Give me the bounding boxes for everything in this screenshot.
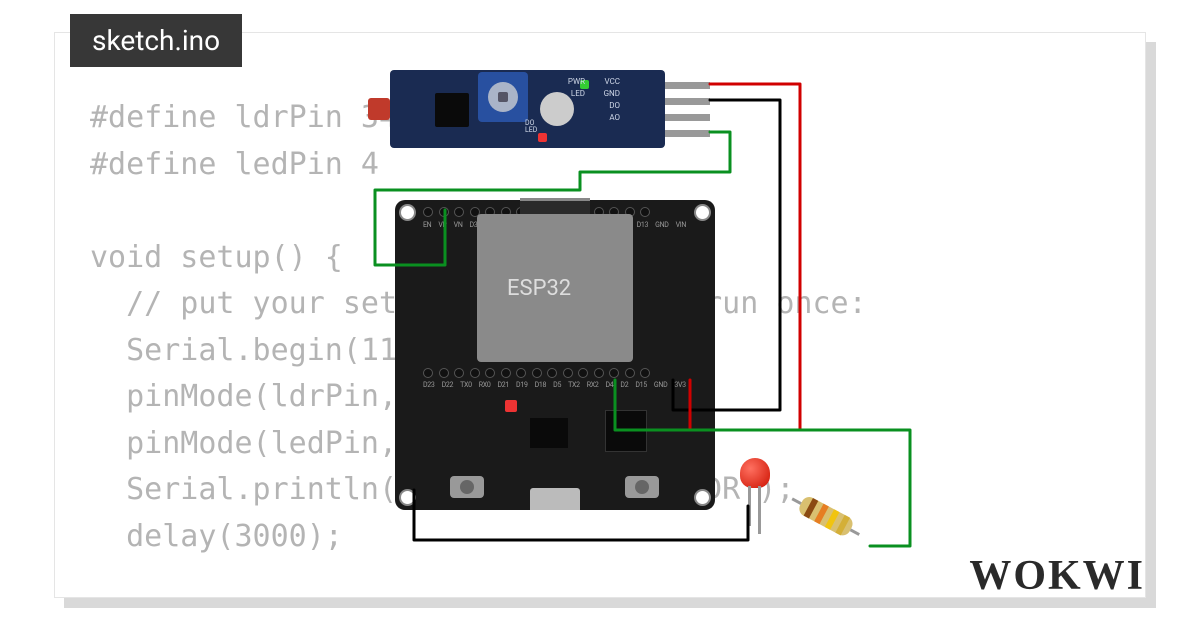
esp32-board[interactable]: ENVPVND34D35D32D33D25D26D27D14D12D13GNDV… <box>395 200 715 510</box>
led-anode <box>758 486 761 534</box>
mounting-hole <box>694 489 711 506</box>
esp32-power-led-icon <box>505 400 517 412</box>
ldr-potentiometer[interactable] <box>478 72 528 122</box>
ldr-module[interactable]: PWR LED DO LED VCC GND DO AO <box>390 70 665 148</box>
mounting-hole <box>694 204 711 221</box>
file-tab[interactable]: sketch.ino <box>70 14 242 67</box>
file-tab-label: sketch.ino <box>92 24 220 57</box>
ldr-comparator-chip <box>435 93 469 127</box>
esp32-usb-chip <box>605 410 647 452</box>
red-led-component[interactable] <box>740 458 770 488</box>
led-cathode <box>748 486 751 526</box>
esp32-en-button[interactable] <box>450 476 484 498</box>
mounting-hole <box>399 489 416 506</box>
esp32-chip-label: ESP32 <box>507 276 571 301</box>
ldr-aux-labels: PWR LED <box>568 76 585 100</box>
circuit-diagram[interactable]: PWR LED DO LED VCC GND DO AO ENVPVND34D3… <box>350 70 930 570</box>
ldr-pins <box>665 82 710 146</box>
resistor-body <box>797 494 856 538</box>
ldr-led-labels: DO LED <box>525 120 537 134</box>
wokwi-logo: WOKWI <box>969 552 1145 600</box>
led-bulb-icon <box>740 458 770 488</box>
esp32-regulator <box>530 418 568 448</box>
esp32-micro-usb <box>530 488 580 510</box>
esp32-pins-bottom <box>423 368 650 378</box>
resistor-component[interactable] <box>788 491 861 545</box>
ldr-do-led-icon <box>538 133 547 142</box>
ldr-pin-labels: VCC GND DO AO <box>604 76 620 124</box>
esp32-pinlabels-bottom: D23D22TX0RX0D21D19D18D5TX2RX2D4D2D15GND3… <box>423 381 686 389</box>
ldr-photoresistor <box>368 98 390 120</box>
resistor-band <box>835 515 850 535</box>
mounting-hole <box>399 204 416 221</box>
esp32-boot-button[interactable] <box>625 476 659 498</box>
